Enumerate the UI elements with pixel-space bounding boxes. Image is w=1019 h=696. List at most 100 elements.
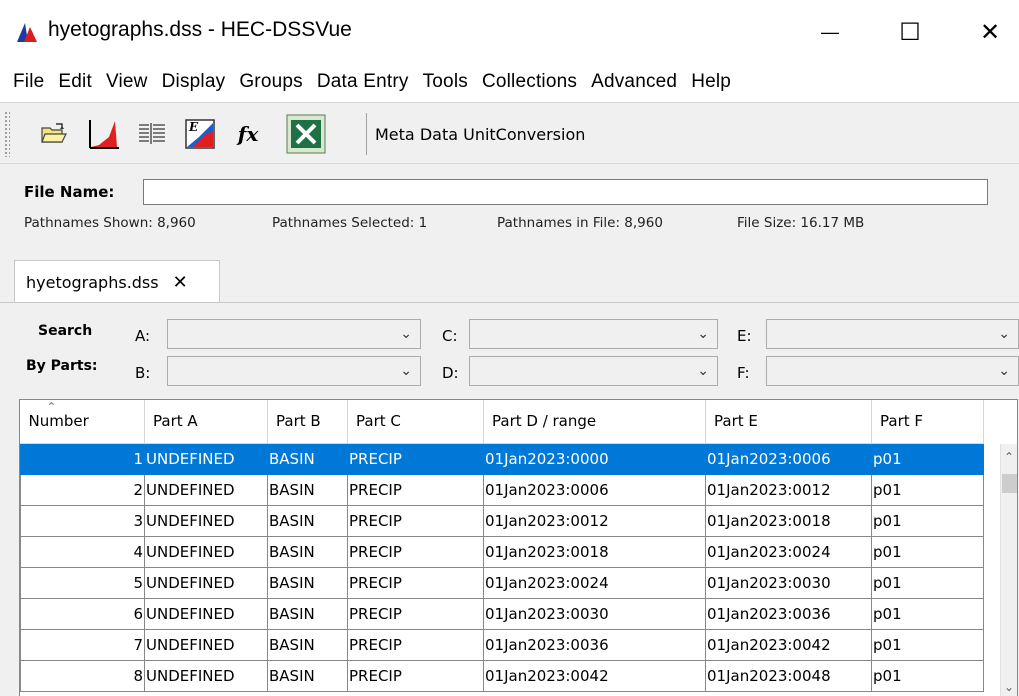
- close-window-button[interactable]: ✕: [962, 12, 1018, 52]
- chevron-down-icon: ⌄: [697, 362, 709, 378]
- part-e-select[interactable]: ⌄: [766, 319, 1019, 349]
- part-d-select[interactable]: ⌄: [469, 356, 718, 386]
- menu-groups[interactable]: Groups: [232, 71, 310, 93]
- tabulate-button[interactable]: [134, 116, 170, 152]
- table-cell: PRECIP: [347, 659, 484, 692]
- table-row[interactable]: 3 UNDEFINED BASIN PRECIP 01Jan2023:0012 01Jan…: [20, 504, 984, 537]
- table-row[interactable]: 5 UNDEFINED BASIN PRECIP 01Jan2023:0024 01Jan…: [20, 566, 984, 599]
- table-cell: 1: [20, 442, 145, 475]
- file-name-label: File Name:: [24, 183, 115, 201]
- table-cell: 01Jan2023:0030: [705, 566, 872, 599]
- part-b-select[interactable]: ⌄: [167, 356, 421, 386]
- search-label: Search: [38, 323, 93, 339]
- table-row[interactable]: 1 UNDEFINED BASIN PRECIP 01Jan2023:0000 01Jan…: [20, 442, 984, 475]
- part-a-select[interactable]: ⌄: [167, 319, 421, 349]
- table-cell: 01Jan2023:0018: [483, 535, 706, 568]
- close-icon: ✕: [979, 18, 1001, 46]
- title-bar: hyetographs.dss - HEC-DSSVue — ☐ ✕: [0, 0, 1019, 62]
- menu-data-entry[interactable]: Data Entry: [310, 71, 416, 93]
- math-functions-button[interactable]: E: [182, 116, 218, 152]
- plot-button[interactable]: [86, 116, 122, 152]
- scroll-thumb[interactable]: [1002, 474, 1017, 493]
- chevron-down-icon: ⌄: [998, 362, 1010, 378]
- minimize-button[interactable]: —: [802, 12, 858, 52]
- column-header-part-b[interactable]: Part B: [267, 400, 348, 444]
- table-cell: UNDEFINED: [144, 597, 268, 630]
- column-header-part-d[interactable]: Part D / range: [483, 400, 706, 444]
- menu-view[interactable]: View: [99, 71, 155, 93]
- open-folder-icon: [41, 123, 67, 143]
- table-cell: 01Jan2023:0000: [483, 442, 706, 475]
- menu-advanced[interactable]: Advanced: [584, 71, 684, 93]
- window-title: hyetographs.dss - HEC-DSSVue: [48, 18, 352, 41]
- table-cell: 8: [20, 659, 145, 692]
- maximize-button[interactable]: ☐: [882, 12, 938, 52]
- menu-edit[interactable]: Edit: [51, 71, 99, 93]
- file-name-input[interactable]: [143, 179, 988, 205]
- excel-export-button[interactable]: [286, 114, 326, 154]
- table-cell: 01Jan2023:0042: [483, 659, 706, 692]
- toolbar-grip[interactable]: [4, 111, 10, 157]
- table-header: ⌃ Number Part A Part B Part C Part D / ra…: [20, 400, 984, 444]
- table-cell: 01Jan2023:0036: [705, 597, 872, 630]
- menu-collections[interactable]: Collections: [475, 71, 584, 93]
- table-cell: 01Jan2023:0030: [483, 597, 706, 630]
- fx-button[interactable]: fx: [230, 116, 266, 152]
- scroll-up-icon[interactable]: ⌃: [1004, 450, 1014, 464]
- menu-tools[interactable]: Tools: [416, 71, 475, 93]
- scroll-down-icon[interactable]: ⌄: [1004, 680, 1014, 694]
- table-cell: 4: [20, 535, 145, 568]
- toolbar-separator: [366, 113, 367, 155]
- table-cell: 7: [20, 628, 145, 661]
- table-cell: p01: [871, 504, 984, 537]
- table-cell: p01: [871, 566, 984, 599]
- column-header-number[interactable]: ⌃ Number: [20, 400, 145, 444]
- table-row[interactable]: 4 UNDEFINED BASIN PRECIP 01Jan2023:0018 01Jan…: [20, 535, 984, 568]
- table-cell: 01Jan2023:0048: [705, 659, 872, 692]
- vertical-scrollbar[interactable]: ⌃ ⌄: [1000, 444, 1017, 696]
- part-c-label: C:: [442, 327, 458, 345]
- table-cell: BASIN: [267, 628, 348, 661]
- fx-icon: fx: [237, 122, 259, 146]
- app-logo-icon: [17, 23, 37, 42]
- table-cell: PRECIP: [347, 473, 484, 506]
- column-header-part-e[interactable]: Part E: [705, 400, 872, 444]
- pathname-table: ⌃ Number Part A Part B Part C Part D / ra…: [19, 399, 1018, 696]
- table-cell: 01Jan2023:0042: [705, 628, 872, 661]
- table-cell: p01: [871, 597, 984, 630]
- chevron-down-icon: ⌄: [400, 362, 412, 378]
- table-cell: 01Jan2023:0024: [483, 566, 706, 599]
- part-e-label: E:: [737, 327, 752, 345]
- open-file-button[interactable]: [36, 116, 72, 152]
- menu-display[interactable]: Display: [155, 71, 233, 93]
- part-f-select[interactable]: ⌄: [766, 356, 1019, 386]
- table-cell: 3: [20, 504, 145, 537]
- table-cell: 01Jan2023:0006: [705, 442, 872, 475]
- table-cell: 01Jan2023:0012: [705, 473, 872, 506]
- menu-help[interactable]: Help: [684, 71, 738, 93]
- table-cell: BASIN: [267, 504, 348, 537]
- table-row[interactable]: 2 UNDEFINED BASIN PRECIP 01Jan2023:0006 01Jan…: [20, 473, 984, 506]
- part-d-label: D:: [442, 364, 459, 382]
- table-row[interactable]: 6 UNDEFINED BASIN PRECIP 01Jan2023:0030 01Jan…: [20, 597, 984, 630]
- meta-data-unit-conversion-button[interactable]: Meta Data UnitConversion: [375, 125, 585, 144]
- column-header-part-c[interactable]: Part C: [347, 400, 484, 444]
- table-row[interactable]: 8 UNDEFINED BASIN PRECIP 01Jan2023:0042 01Jan…: [20, 659, 984, 692]
- table-cell: BASIN: [267, 597, 348, 630]
- part-c-select[interactable]: ⌄: [469, 319, 718, 349]
- svg-text:E: E: [188, 120, 199, 134]
- table-cell: 01Jan2023:0006: [483, 473, 706, 506]
- tab-hyetographs[interactable]: hyetographs.dss ✕: [14, 260, 220, 304]
- table-cell: UNDEFINED: [144, 659, 268, 692]
- math-functions-icon: E: [185, 119, 215, 149]
- table-row[interactable]: 7 UNDEFINED BASIN PRECIP 01Jan2023:0036 01Jan…: [20, 628, 984, 661]
- table-cell: p01: [871, 628, 984, 661]
- menu-file[interactable]: File: [6, 71, 51, 93]
- table-cell: p01: [871, 659, 984, 692]
- column-header-part-a[interactable]: Part A: [144, 400, 268, 444]
- maximize-icon: ☐: [899, 18, 921, 46]
- tab-close-icon[interactable]: ✕: [173, 272, 188, 293]
- table-cell: PRECIP: [347, 628, 484, 661]
- plot-icon: [89, 120, 119, 149]
- column-header-part-f[interactable]: Part F: [871, 400, 984, 444]
